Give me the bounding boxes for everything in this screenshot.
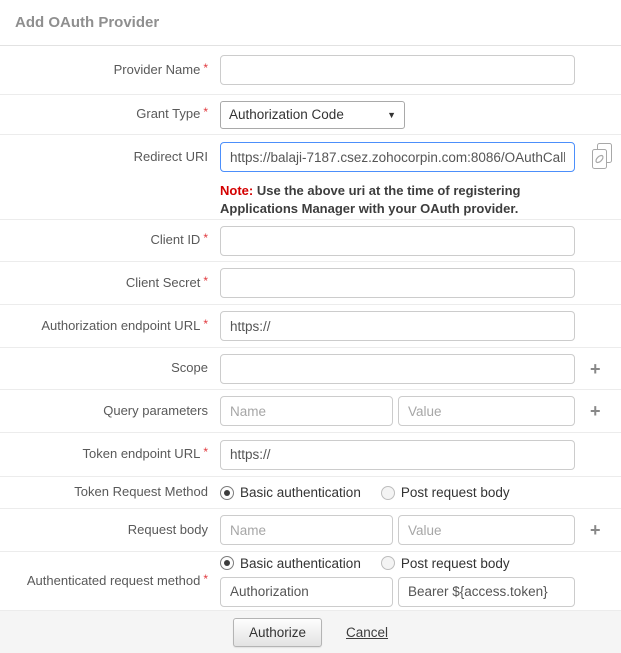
field-row-client-id: Client ID* <box>0 220 621 262</box>
client-id-label-text: Client ID <box>150 232 200 247</box>
radio-selected-icon <box>220 486 234 500</box>
radio-option-label: Basic authentication <box>240 485 361 500</box>
add-query-parameter-icon[interactable]: + <box>590 402 601 420</box>
provider-name-input[interactable] <box>220 55 575 85</box>
note-prefix: Note: <box>220 183 253 198</box>
redirect-uri-input[interactable] <box>220 142 575 172</box>
client-id-label: Client ID* <box>0 232 208 249</box>
token-request-method-label-text: Token Request Method <box>74 484 208 499</box>
required-asterisk: * <box>203 445 208 459</box>
request-body-label-text: Request body <box>128 522 208 537</box>
dialog-footer: Authorize Cancel <box>0 611 621 653</box>
grant-type-select[interactable]: Authorization Code ▼ <box>220 101 405 129</box>
required-asterisk: * <box>203 274 208 288</box>
authenticated-request-method-option-post[interactable]: Post request body <box>381 556 510 571</box>
provider-name-label: Provider Name* <box>0 62 208 79</box>
add-scope-icon[interactable]: + <box>590 360 601 378</box>
client-id-input[interactable] <box>220 226 575 256</box>
cancel-link[interactable]: Cancel <box>346 625 388 640</box>
query-parameters-label: Query parameters <box>0 403 208 420</box>
query-parameter-value-input[interactable] <box>398 396 575 426</box>
token-request-method-option-basic[interactable]: Basic authentication <box>220 485 361 500</box>
radio-option-label: Basic authentication <box>240 556 361 571</box>
chevron-down-icon: ▼ <box>387 110 396 120</box>
required-asterisk: * <box>203 231 208 245</box>
redirect-uri-label-text: Redirect URI <box>134 149 208 164</box>
token-endpoint-url-label-text: Token endpoint URL <box>83 446 201 461</box>
request-body-value-input[interactable] <box>398 515 575 545</box>
authenticated-request-method-label-text: Authenticated request method <box>27 573 200 588</box>
redirect-uri-label: Redirect URI <box>0 149 208 166</box>
radio-option-label: Post request body <box>401 485 510 500</box>
radio-unselected-icon <box>381 556 395 570</box>
authorization-endpoint-url-input[interactable] <box>220 311 575 341</box>
authorization-endpoint-url-label: Authorization endpoint URL* <box>0 318 208 335</box>
required-asterisk: * <box>203 61 208 75</box>
request-body-label: Request body <box>0 522 208 539</box>
client-secret-input[interactable] <box>220 268 575 298</box>
add-oauth-provider-dialog: Add OAuth Provider Provider Name* Grant … <box>0 0 621 653</box>
redirect-uri-note: Note: Use the above uri at the time of r… <box>220 182 580 218</box>
dialog-title: Add OAuth Provider <box>0 0 621 46</box>
note-text: Use the above uri at the time of registe… <box>220 183 521 216</box>
field-row-request-body: Request body + <box>0 509 621 552</box>
query-parameter-name-input[interactable] <box>220 396 393 426</box>
token-request-method-radio-group: Basic authentication Post request body <box>220 485 510 500</box>
authenticated-request-method-label: Authenticated request method* <box>0 573 208 590</box>
field-row-provider-name: Provider Name* <box>0 46 621 95</box>
scope-input[interactable] <box>220 354 575 384</box>
field-row-authenticated-request-method: Authenticated request method* Basic auth… <box>0 552 621 611</box>
client-secret-label-text: Client Secret <box>126 275 200 290</box>
required-asterisk: * <box>203 105 208 119</box>
add-request-body-icon[interactable]: + <box>590 521 601 539</box>
field-row-query-parameters: Query parameters + <box>0 390 621 433</box>
field-row-token-endpoint-url: Token endpoint URL* <box>0 433 621 477</box>
query-parameters-label-text: Query parameters <box>103 403 208 418</box>
field-row-client-secret: Client Secret* <box>0 262 621 305</box>
token-endpoint-url-input[interactable] <box>220 440 575 470</box>
provider-name-label-text: Provider Name <box>114 62 201 77</box>
authenticated-request-header-value-input[interactable] <box>398 577 575 607</box>
grant-type-label: Grant Type* <box>0 106 208 123</box>
authenticated-request-method-option-basic[interactable]: Basic authentication <box>220 556 361 571</box>
grant-type-label-text: Grant Type <box>136 106 200 121</box>
token-endpoint-url-label: Token endpoint URL* <box>0 446 208 463</box>
authorize-button[interactable]: Authorize <box>233 618 322 647</box>
radio-unselected-icon <box>381 486 395 500</box>
field-row-redirect-uri: Redirect URI Note: Use the above uri at … <box>0 135 621 220</box>
field-row-authorization-endpoint-url: Authorization endpoint URL* <box>0 305 621 348</box>
token-request-method-label: Token Request Method <box>0 484 208 501</box>
authenticated-request-method-radio-group: Basic authentication Post request body <box>220 556 575 571</box>
field-row-token-request-method: Token Request Method Basic authenticatio… <box>0 477 621 509</box>
radio-selected-icon <box>220 556 234 570</box>
token-request-method-option-post[interactable]: Post request body <box>381 485 510 500</box>
request-body-name-input[interactable] <box>220 515 393 545</box>
required-asterisk: * <box>203 317 208 331</box>
field-row-scope: Scope + <box>0 348 621 390</box>
scope-label-text: Scope <box>171 360 208 375</box>
client-secret-label: Client Secret* <box>0 275 208 292</box>
authenticated-request-header-name-input[interactable] <box>220 577 393 607</box>
radio-option-label: Post request body <box>401 556 510 571</box>
required-asterisk: * <box>203 572 208 586</box>
field-row-grant-type: Grant Type* Authorization Code ▼ <box>0 95 621 135</box>
grant-type-selected-value: Authorization Code <box>229 107 381 122</box>
scope-label: Scope <box>0 360 208 377</box>
copy-icon[interactable] <box>589 141 615 173</box>
authorization-endpoint-url-label-text: Authorization endpoint URL <box>41 318 200 333</box>
